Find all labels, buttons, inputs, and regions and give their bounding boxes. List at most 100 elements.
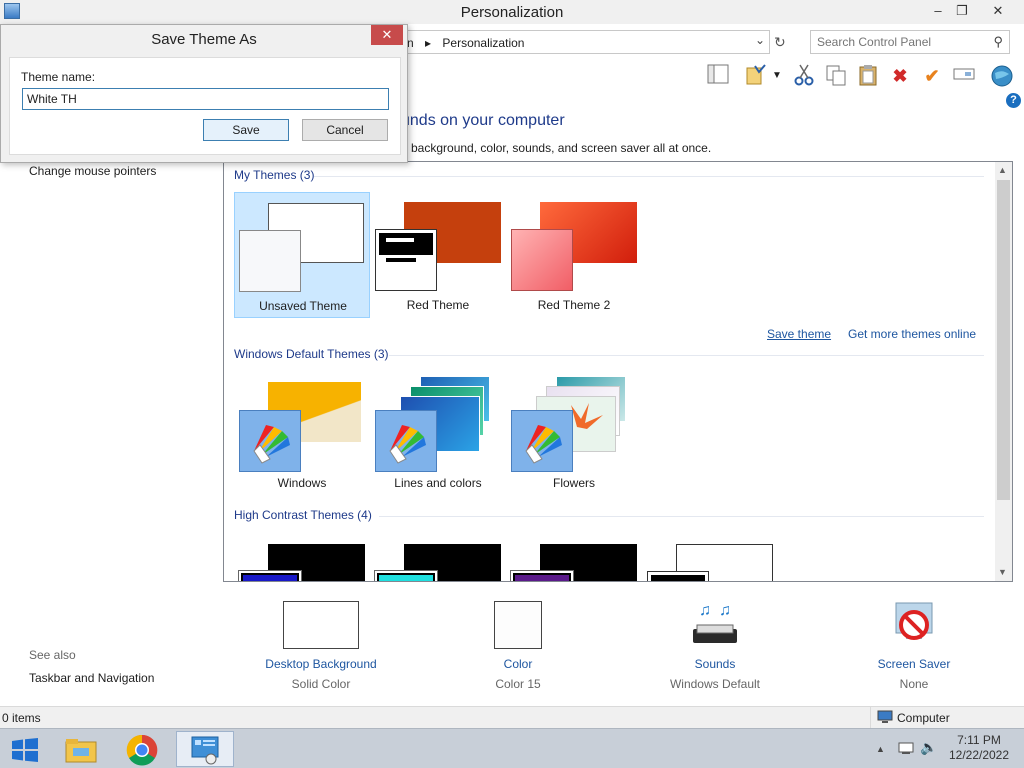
search-box[interactable]: ⚲ — [810, 30, 1010, 54]
restore-button[interactable]: ❐ — [948, 0, 976, 22]
theme-unsaved[interactable]: Unsaved Theme — [234, 192, 370, 318]
theme-high-contrast-white[interactable] — [642, 532, 778, 581]
desktop-background-icon — [283, 601, 359, 649]
cut-icon[interactable] — [792, 64, 816, 88]
save-button[interactable]: Save — [203, 119, 289, 141]
theme-preview-color — [238, 570, 302, 581]
page-subheading: p background, color, sounds, and screen … — [401, 141, 712, 155]
theme-red[interactable]: Red Theme — [370, 192, 506, 318]
theme-preview-color — [510, 570, 574, 581]
high-contrast-bar — [386, 238, 414, 242]
color-palette-icon — [375, 410, 437, 472]
breadcrumb-prefix: n — [407, 36, 414, 50]
volume-icon[interactable]: 🔈 — [920, 739, 937, 756]
color-value: Color 15 — [495, 677, 541, 691]
desktop-background-link[interactable]: Desktop Background — [241, 657, 401, 671]
section-divider — [379, 516, 984, 517]
status-bar: 0 items Computer — [0, 706, 1024, 729]
theme-preview-color — [647, 571, 709, 581]
scrollbar-thumb[interactable] — [997, 180, 1010, 500]
scroll-up-icon[interactable]: ▲ — [998, 165, 1007, 175]
clock-time: 7:11 PM — [957, 733, 1001, 747]
save-theme-link[interactable]: Save theme — [767, 327, 831, 341]
layout-icon[interactable] — [706, 64, 730, 88]
item-count: 0 items — [2, 711, 41, 725]
theme-label: Red Theme — [406, 298, 470, 312]
color-swatch-icon — [494, 601, 542, 649]
search-input[interactable] — [817, 34, 983, 50]
close-button[interactable]: ✕ — [984, 0, 1012, 22]
theme-preview-color — [375, 229, 437, 291]
scroll-down-icon[interactable]: ▼ — [998, 567, 1007, 577]
theme-lines-and-colors[interactable]: Lines and colors — [370, 370, 506, 496]
computer-label: Computer — [897, 711, 950, 725]
file-explorer-button[interactable] — [54, 731, 108, 767]
sounds-value: Windows Default — [669, 677, 761, 691]
delete-icon[interactable]: ✖ — [888, 64, 912, 88]
control-panel-taskbar-button[interactable] — [176, 731, 234, 767]
color-palette-icon — [239, 410, 301, 472]
section-divider — [389, 355, 984, 356]
dialog-close-button[interactable]: ✕ — [371, 25, 403, 45]
chevron-down-icon[interactable]: ⌄ — [755, 33, 765, 47]
high-contrast-block — [379, 233, 433, 255]
theme-label: Red Theme 2 — [537, 298, 611, 312]
section-default-themes: Windows Default Themes (3) — [234, 347, 389, 361]
copy-icon[interactable] — [824, 64, 848, 88]
clock[interactable]: 7:11 PM 12/22/2022 — [944, 733, 1014, 763]
rename-icon[interactable] — [952, 64, 976, 88]
window-title: Personalization — [460, 4, 564, 21]
theme-label: Lines and colors — [394, 476, 482, 490]
cancel-button[interactable]: Cancel — [302, 119, 388, 141]
checkmark-icon[interactable]: ✔ — [920, 64, 944, 88]
sidebar-link-mouse-pointers[interactable]: Change mouse pointers — [29, 164, 156, 178]
search-icon[interactable]: ⚲ — [993, 34, 1003, 50]
network-icon[interactable] — [898, 741, 914, 758]
taskbar: ▲ 🔈 7:11 PM 12/22/2022 — [0, 728, 1024, 768]
theme-preview-color — [511, 229, 573, 291]
theme-windows[interactable]: Windows — [234, 370, 370, 496]
high-contrast-bar — [386, 258, 416, 262]
address-box[interactable]: n ▸ Personalization ⌄ — [396, 30, 770, 54]
breadcrumb: n ▸ Personalization — [407, 36, 524, 50]
properties-icon[interactable] — [744, 64, 768, 88]
section-my-themes: My Themes (3) — [234, 168, 315, 182]
help-icon[interactable]: ? — [1006, 93, 1021, 108]
dropdown-arrow-icon[interactable]: ▼ — [770, 64, 784, 88]
start-button[interactable] — [0, 731, 54, 767]
theme-list[interactable]: My Themes (3) Unsaved Theme Red Theme Re… — [223, 161, 1013, 582]
clock-date: 12/22/2022 — [948, 748, 1010, 762]
section-high-contrast: High Contrast Themes (4) — [234, 508, 372, 522]
show-hidden-icons-icon[interactable]: ▲ — [876, 744, 885, 754]
sidebar-link-taskbar[interactable]: Taskbar and Navigation — [29, 671, 154, 685]
dialog-body: Theme name: Save Cancel — [9, 57, 401, 155]
section-divider — [314, 176, 984, 177]
see-also-label: See also — [29, 648, 76, 662]
paste-icon[interactable] — [856, 64, 880, 88]
theme-high-contrast-3[interactable] — [506, 532, 642, 581]
color-link[interactable]: Color — [438, 657, 598, 671]
screen-saver-link[interactable]: Screen Saver — [834, 657, 994, 671]
status-computer: Computer — [870, 707, 1024, 729]
vertical-scrollbar[interactable]: ▲ ▼ — [995, 162, 1012, 581]
theme-name-label: Theme name: — [21, 70, 96, 84]
get-more-themes-link[interactable]: Get more themes online — [848, 327, 976, 341]
sounds-link[interactable]: Sounds — [635, 657, 795, 671]
theme-red-2[interactable]: Red Theme 2 — [506, 192, 642, 318]
svg-text:♫: ♫ — [719, 602, 731, 619]
breadcrumb-personalization[interactable]: Personalization — [442, 36, 524, 50]
theme-high-contrast-1[interactable] — [234, 532, 370, 581]
chrome-button[interactable] — [116, 731, 170, 767]
theme-high-contrast-2[interactable] — [370, 532, 506, 581]
theme-preview-color — [374, 570, 438, 581]
screen-saver-value: None — [899, 677, 929, 691]
color-palette-icon — [511, 410, 573, 472]
theme-name-input[interactable] — [22, 88, 389, 110]
globe-icon[interactable] — [990, 64, 1014, 88]
svg-text:♫: ♫ — [699, 602, 711, 619]
sounds-icon: ♫ ♫ — [689, 601, 741, 649]
window-titlebar: Personalization – ❐ ✕ — [0, 0, 1024, 24]
computer-icon — [877, 710, 893, 727]
theme-flowers[interactable]: Flowers — [506, 370, 642, 496]
refresh-icon[interactable]: ↻ — [774, 34, 786, 51]
